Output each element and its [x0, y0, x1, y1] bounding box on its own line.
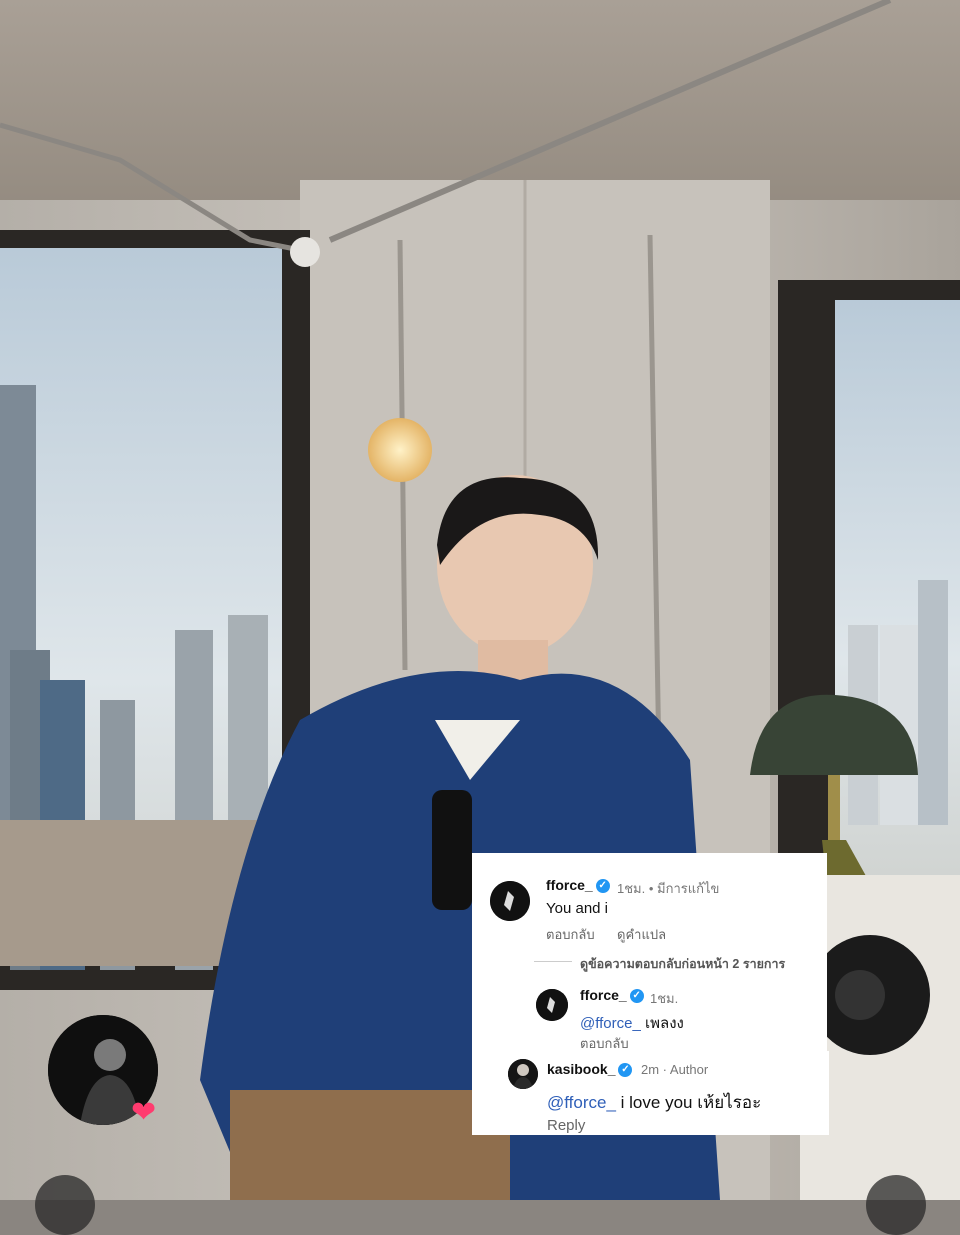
verified-badge-icon: ✓ [618, 1063, 633, 1078]
comment-thread-card: fforce_ ✓ 1ชม. • มีการแก้ไข You and i ตอบ… [472, 853, 827, 1051]
comment-text: You and i [546, 900, 609, 917]
comment-translate-button[interactable]: ดูคำแปล [617, 924, 666, 945]
profile-button[interactable] [35, 1175, 95, 1235]
author-avatar-icon[interactable] [508, 1059, 538, 1089]
close-icon[interactable] [866, 1175, 926, 1235]
commenter-avatar-icon[interactable] [490, 881, 530, 921]
reply-mention[interactable]: @fforce_ [580, 1015, 641, 1032]
comment-time: 1ชม. • มีการแก้ไข [617, 881, 720, 896]
heart-icon[interactable]: ❤ [131, 1098, 156, 1128]
comment-username[interactable]: fforce_ ✓ [546, 877, 610, 894]
author-meta: 2m · Author [641, 1062, 709, 1077]
author-reply-button[interactable]: Reply [547, 1117, 585, 1134]
reply-username[interactable]: fforce_ ✓ [580, 987, 644, 1004]
view-previous-replies-button[interactable]: ดูข้อความตอบกลับก่อนหน้า 2 รายการ [580, 954, 785, 974]
author-mention[interactable]: @fforce_ [547, 1093, 616, 1112]
thread-divider [534, 961, 572, 962]
reply-text: @fforce_ เพลงง [580, 1015, 684, 1032]
verified-badge-icon: ✓ [629, 989, 644, 1004]
reply-avatar-icon[interactable] [536, 989, 568, 1021]
author-reply-card: kasibook_ ✓ 2m · Author @fforce_ i love y… [472, 1051, 829, 1135]
author-username[interactable]: kasibook_ ✓ [547, 1061, 633, 1078]
verified-badge-icon: ✓ [595, 879, 610, 894]
reply-time: 1ชม. [650, 991, 679, 1006]
author-reply-text: @fforce_ i love you เห้ยไรอะ [547, 1093, 762, 1112]
comment-reply-button[interactable]: ตอบกลับ [546, 924, 595, 945]
